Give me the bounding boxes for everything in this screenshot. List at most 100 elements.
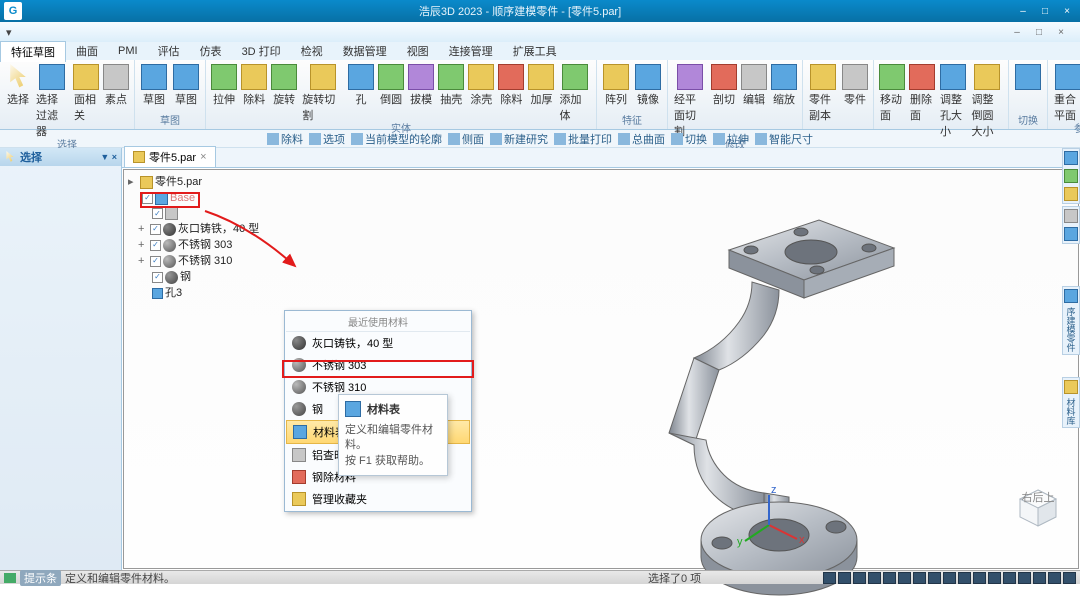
fillet-button[interactable]: 倒圆 — [377, 62, 405, 109]
shell-button[interactable]: 抽壳 — [437, 62, 465, 109]
qat-new[interactable]: ▾ — [6, 26, 12, 39]
sb-icon[interactable] — [1003, 572, 1016, 584]
tool-icon[interactable] — [1064, 169, 1078, 183]
resizefillet-button[interactable]: 调整倒圆大小 — [969, 62, 1004, 141]
sub-smartdim[interactable]: 智能尺寸 — [755, 131, 813, 147]
partcopy-button[interactable]: 零件副本 — [807, 62, 839, 125]
sb-icon[interactable] — [838, 572, 851, 584]
tree-hole3[interactable]: 孔3 — [128, 285, 358, 301]
tool-icon[interactable] — [1064, 209, 1078, 223]
shell2-button[interactable]: 涂壳 — [467, 62, 495, 109]
tree-base[interactable]: ✓Base — [128, 190, 358, 206]
revolve-button[interactable]: 旋转 — [270, 62, 298, 109]
cm-manage-favorites[interactable]: 管理收藏夹 — [286, 488, 470, 510]
moveface-button[interactable]: 移动面 — [878, 62, 906, 125]
part-button[interactable]: 零件 — [841, 62, 869, 109]
face-rel-button[interactable]: 面相关 — [72, 62, 100, 125]
sb-icon[interactable] — [928, 572, 941, 584]
minimize-button[interactable]: – — [1014, 4, 1032, 18]
mirror-button[interactable]: 镜像 — [633, 62, 663, 109]
cut-button[interactable]: 除料 — [240, 62, 268, 109]
edit-button[interactable]: 编辑 — [740, 62, 768, 109]
tool-icon[interactable] — [1064, 151, 1078, 165]
tab-3dprint[interactable]: 3D 打印 — [232, 41, 291, 61]
sub-study[interactable]: 新建研究 — [490, 131, 548, 147]
sb-icon[interactable] — [853, 572, 866, 584]
sketch2-button[interactable]: 草图 — [171, 62, 201, 109]
view-cube[interactable]: 右后上 — [1016, 486, 1060, 530]
planecut-button[interactable]: 经平面切割 — [672, 62, 708, 141]
tree-steel[interactable]: ✓钢 — [128, 269, 358, 285]
sub-switch[interactable]: 切换 — [671, 131, 707, 147]
addbody-button[interactable]: 添加体 — [558, 62, 593, 125]
close-button[interactable]: × — [1058, 4, 1076, 18]
sb-icon[interactable] — [823, 572, 836, 584]
thicken-button[interactable]: 加厚 — [527, 62, 555, 109]
pt-button[interactable]: 素点 — [102, 62, 130, 109]
tab-view[interactable]: 视图 — [397, 41, 439, 61]
extrude-button[interactable]: 拉伸 — [210, 62, 238, 109]
sub-profile[interactable]: 当前模型的轮廓 — [351, 131, 442, 147]
switch-button[interactable] — [1013, 62, 1043, 93]
select-button[interactable]: 选择 — [4, 62, 32, 109]
tab-surface[interactable]: 曲面 — [66, 41, 108, 61]
draft-button[interactable]: 拔模 — [407, 62, 435, 109]
sb-icon[interactable] — [883, 572, 896, 584]
tab-inspect[interactable]: 检视 — [291, 41, 333, 61]
revolve-cut-button[interactable]: 旋转切割 — [300, 62, 345, 125]
left-panel-header[interactable]: 选择 ▼ × — [0, 148, 121, 166]
pattern-button[interactable]: 阵列 — [601, 62, 631, 109]
cm-ss303[interactable]: 不锈钢 303 — [286, 354, 470, 376]
viewport[interactable]: ▸零件5.par ✓Base ✓ +✓灰口铸铁，40 型 +✓不锈钢 303 +… — [123, 169, 1079, 569]
hole-button[interactable]: 孔 — [347, 62, 375, 109]
tree-ss303[interactable]: +✓不锈钢 303 — [128, 237, 358, 253]
tab-table[interactable]: 仿表 — [190, 41, 232, 61]
tab-connect[interactable]: 连接管理 — [439, 41, 503, 61]
tab-evaluate[interactable]: 评估 — [148, 41, 190, 61]
document-tab[interactable]: 零件5.par × — [124, 146, 216, 167]
mdi-close-button[interactable]: × — [1052, 25, 1070, 39]
resizehole-button[interactable]: 调整孔大小 — [938, 62, 967, 141]
maximize-button[interactable]: □ — [1036, 4, 1054, 18]
delface-button[interactable]: 删除面 — [908, 62, 936, 125]
tree-ss310[interactable]: +✓不锈钢 310 — [128, 253, 358, 269]
tab-pmi[interactable]: PMI — [108, 43, 148, 59]
tab-data[interactable]: 数据管理 — [333, 41, 397, 61]
select-filter-button[interactable]: 选择过滤器 — [34, 62, 70, 141]
tab-feature-sketch[interactable]: 特征草图 — [0, 41, 66, 62]
tool-icon[interactable] — [1064, 289, 1078, 303]
sub-totalsurf[interactable]: 总曲面 — [618, 131, 665, 147]
sb-icon[interactable] — [1048, 572, 1061, 584]
tree-material-icon-row[interactable]: ✓ — [128, 206, 358, 221]
tool-icon[interactable] — [1064, 187, 1078, 201]
cm-castiron[interactable]: 灰口铸铁，40 型 — [286, 332, 470, 354]
sb-icon[interactable] — [973, 572, 986, 584]
sb-icon[interactable] — [988, 572, 1001, 584]
section-button[interactable]: 剖切 — [710, 62, 738, 109]
sub-extrude[interactable]: 拉伸 — [713, 131, 749, 147]
sub-batchprint[interactable]: 批量打印 — [554, 131, 612, 147]
tree-castiron[interactable]: +✓灰口铸铁，40 型 — [128, 221, 358, 237]
tab-extend[interactable]: 扩展工具 — [503, 41, 567, 61]
sub-options[interactable]: 选项 — [309, 131, 345, 147]
sb-icon[interactable] — [1018, 572, 1031, 584]
coinc-plane-button[interactable]: 重合平面 — [1052, 62, 1080, 125]
tool-icon[interactable] — [1064, 380, 1078, 394]
sb-icon[interactable] — [868, 572, 881, 584]
tab-close-button[interactable]: × — [200, 151, 206, 163]
sb-icon[interactable] — [913, 572, 926, 584]
sb-icon[interactable] — [1063, 572, 1076, 584]
mdi-maximize-button[interactable]: □ — [1030, 25, 1048, 39]
mdi-minimize-button[interactable]: – — [1008, 25, 1026, 39]
scale-button[interactable]: 缩放 — [770, 62, 798, 109]
chevron-down-icon[interactable]: ▼ × — [100, 152, 117, 162]
sb-icon[interactable] — [943, 572, 956, 584]
tool-icon[interactable] — [1064, 227, 1078, 241]
sub-cut[interactable]: 除料 — [267, 131, 303, 147]
sb-icon[interactable] — [1033, 572, 1046, 584]
sub-side[interactable]: 侧面 — [448, 131, 484, 147]
sketch-button[interactable]: 草图 — [139, 62, 169, 109]
tree-root[interactable]: ▸零件5.par — [128, 174, 358, 190]
sb-icon[interactable] — [898, 572, 911, 584]
cut2-button[interactable]: 除料 — [497, 62, 525, 109]
